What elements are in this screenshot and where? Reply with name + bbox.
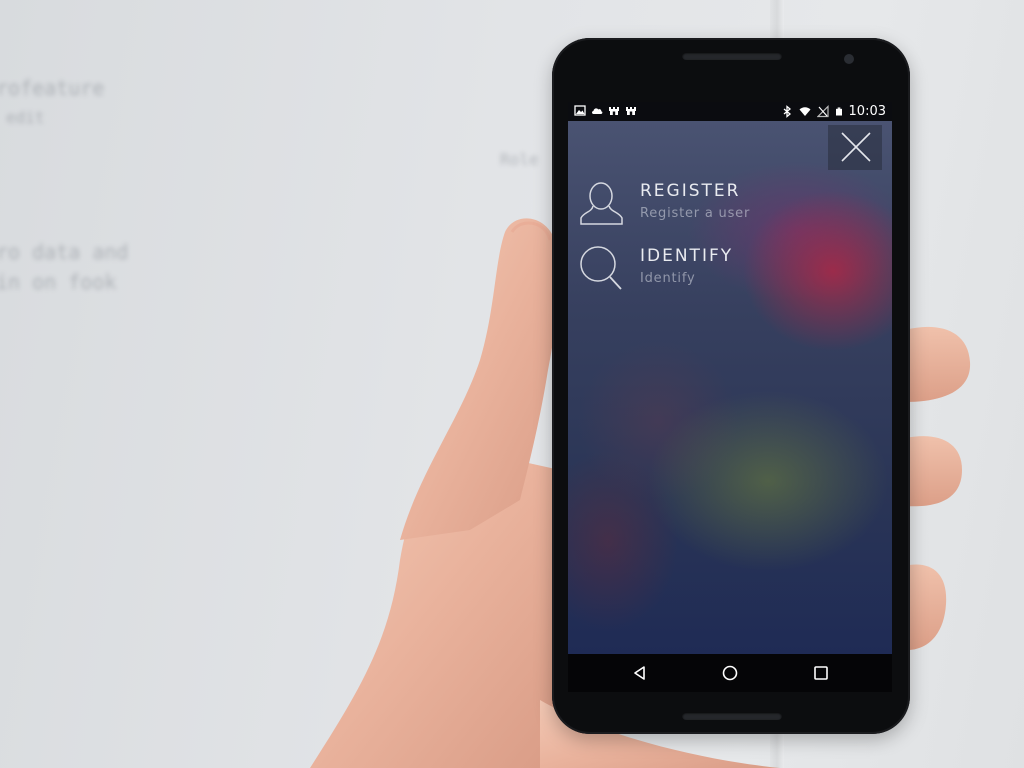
castle-icon xyxy=(626,107,636,115)
status-clock: 10:03 xyxy=(848,104,886,119)
blurred-writing: Role xyxy=(500,150,539,169)
bluetooth-icon xyxy=(783,105,791,118)
back-icon[interactable] xyxy=(630,663,650,683)
recents-icon[interactable] xyxy=(811,663,831,683)
menu-overlay: REGISTER Register a user IDENTIFY Identi… xyxy=(568,121,892,654)
battery-icon xyxy=(835,107,842,116)
wifi-icon xyxy=(799,107,811,116)
no-signal-icon xyxy=(816,105,829,118)
cloud-icon xyxy=(592,108,603,114)
menu-item-subtitle: Identify xyxy=(640,271,696,286)
blurred-writing: ro data and xyxy=(0,240,129,264)
menu-item-title: IDENTIFY xyxy=(640,246,734,266)
phone: 10:03 REGISTER Register a user IDENTIFY … xyxy=(552,38,910,734)
bottom-speaker xyxy=(682,712,782,720)
menu-item-register[interactable]: REGISTER Register a user xyxy=(578,179,878,235)
menu-item-identify[interactable]: IDENTIFY Identify xyxy=(578,244,878,300)
search-icon xyxy=(580,246,622,290)
blurred-writing: edit xyxy=(6,108,45,127)
image-icon xyxy=(574,105,586,116)
phone-screen: 10:03 REGISTER Register a user IDENTIFY … xyxy=(568,102,892,692)
blurred-writing: rofeature xyxy=(0,76,105,100)
menu-item-title: REGISTER xyxy=(640,181,741,201)
status-bar: 10:03 xyxy=(568,102,892,121)
close-icon xyxy=(841,132,871,162)
menu-item-subtitle: Register a user xyxy=(640,206,751,221)
close-button[interactable] xyxy=(828,125,882,170)
home-icon[interactable] xyxy=(720,663,740,683)
user-icon xyxy=(580,182,623,225)
blurred-writing: in on fook xyxy=(0,270,117,294)
earpiece-speaker xyxy=(682,52,782,60)
navigation-bar xyxy=(568,654,892,692)
front-camera xyxy=(844,54,854,64)
castle-icon xyxy=(609,107,619,115)
